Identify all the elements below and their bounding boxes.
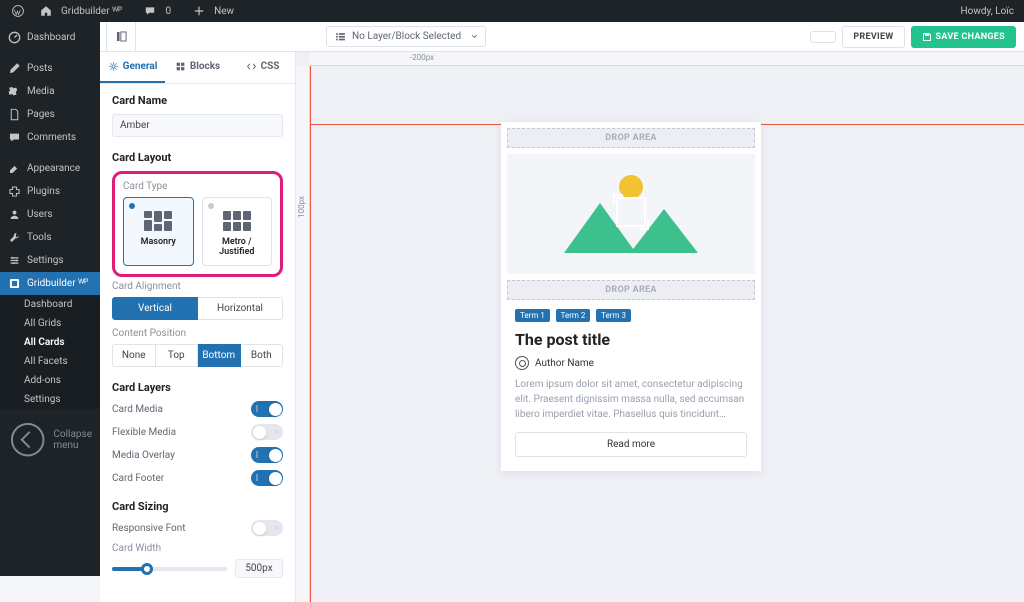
menu-posts[interactable]: Posts <box>0 57 100 80</box>
wp-admin-bar: Gridbuilder ᵂᴾ 0 New Howdy, Loïc <box>0 0 1024 22</box>
submenu-all-grids[interactable]: All Grids <box>0 314 100 333</box>
card-width-label: Card Width <box>112 543 283 554</box>
menu-gridbuilder[interactable]: Gridbuilder ᵂᴾ <box>0 272 100 295</box>
new-content[interactable]: New <box>187 5 246 17</box>
menu-media[interactable]: Media <box>0 80 100 103</box>
post-author[interactable]: Author Name <box>515 356 747 370</box>
post-terms: Term 1 Term 2 Term 3 <box>515 308 747 322</box>
post-excerpt: Lorem ipsum dolor sit amet, consectetur … <box>515 377 747 422</box>
card-media-area[interactable] <box>507 154 755 274</box>
submenu-settings[interactable]: Settings <box>0 390 100 409</box>
card-media-toggle[interactable]: | <box>251 401 283 417</box>
menu-pages[interactable]: Pages <box>0 103 100 126</box>
code-icon <box>246 61 257 72</box>
flexible-media-label: Flexible Media <box>112 427 176 438</box>
card-media-label: Card Media <box>112 404 163 415</box>
howdy-user[interactable]: Howdy, Loïc <box>961 6 1024 17</box>
section-card-sizing: Card Sizing <box>112 500 283 513</box>
alignment-horizontal[interactable]: Horizontal <box>198 297 283 320</box>
avatar-icon <box>515 356 529 370</box>
card-type-highlight: Card Type Masonry <box>112 171 283 277</box>
menu-tools[interactable]: Tools <box>0 226 100 249</box>
comments-count[interactable]: 0 <box>138 5 183 17</box>
menu-users[interactable]: Users <box>0 203 100 226</box>
flexible-media-toggle[interactable]: ○ <box>251 424 283 440</box>
tab-blocks[interactable]: Blocks <box>165 52 230 83</box>
card-alignment-label: Card Alignment <box>112 281 283 292</box>
media-overlay-toggle[interactable]: | <box>251 447 283 463</box>
term-badge[interactable]: Term 3 <box>596 309 631 322</box>
term-badge[interactable]: Term 1 <box>515 309 550 322</box>
position-bottom[interactable]: Bottom <box>198 344 241 367</box>
card-footer-label: Card Footer <box>112 473 164 484</box>
card-footer-toggle[interactable]: | <box>251 470 283 486</box>
drop-area-top[interactable]: DROP AREA <box>507 128 755 148</box>
save-icon <box>922 32 932 42</box>
ruler-vertical: 100px <box>296 66 310 602</box>
metro-icon <box>223 211 251 231</box>
tab-css[interactable]: CSS <box>230 52 295 83</box>
card-width-value[interactable]: 500px <box>235 559 283 578</box>
post-title[interactable]: The post title <box>515 330 747 349</box>
chevron-down-icon <box>470 32 479 41</box>
editor-topbar: No Layer/Block Selected PREVIEW SAVE CHA… <box>100 22 1024 52</box>
ruler-horizontal: -200px <box>310 52 1024 66</box>
position-top[interactable]: Top <box>156 344 199 367</box>
layer-select-dropdown[interactable]: No Layer/Block Selected <box>326 26 486 47</box>
responsive-font-label: Responsive Font <box>112 523 186 534</box>
card-name-input[interactable] <box>112 114 283 137</box>
menu-appearance[interactable]: Appearance <box>0 157 100 180</box>
submenu-dashboard[interactable]: Dashboard <box>0 295 100 314</box>
preview-device-button[interactable] <box>810 31 836 43</box>
submenu-gridbuilder: Dashboard All Grids All Cards All Facets… <box>0 295 100 409</box>
section-card-layers: Card Layers <box>112 381 283 394</box>
menu-plugins[interactable]: Plugins <box>0 180 100 203</box>
submenu-all-facets[interactable]: All Facets <box>0 352 100 371</box>
placeholder-image-icon <box>556 169 706 259</box>
term-badge[interactable]: Term 2 <box>556 309 591 322</box>
section-card-layout: Card Layout <box>112 151 283 164</box>
preview-button[interactable]: PREVIEW <box>842 26 904 48</box>
masonry-icon <box>144 211 172 231</box>
content-position-label: Content Position <box>112 328 283 339</box>
preview-card[interactable]: DROP AREA DROP AREA Term 1 Ter <box>501 122 761 471</box>
card-type-label: Card Type <box>123 181 272 192</box>
menu-settings[interactable]: Settings <box>0 249 100 272</box>
tab-general[interactable]: General <box>100 52 165 83</box>
blocks-icon <box>175 61 186 72</box>
settings-panel: General Blocks CSS Card Name Card Layout… <box>100 52 296 602</box>
media-overlay-label: Media Overlay <box>112 450 175 461</box>
site-name[interactable]: Gridbuilder ᵂᴾ <box>34 5 134 17</box>
submenu-all-cards[interactable]: All Cards <box>0 333 100 352</box>
responsive-font-toggle[interactable]: ○ <box>251 520 283 536</box>
gear-icon <box>108 61 119 72</box>
read-more-button[interactable]: Read more <box>515 432 747 457</box>
submenu-addons[interactable]: Add-ons <box>0 371 100 390</box>
alignment-vertical[interactable]: Vertical <box>112 297 198 320</box>
card-type-masonry[interactable]: Masonry <box>123 197 194 266</box>
wp-logo[interactable] <box>6 5 30 17</box>
collapse-menu[interactable]: Collapse menu <box>0 415 100 464</box>
wp-admin-menu: Dashboard Posts Media Pages Comments App… <box>0 22 100 576</box>
position-both[interactable]: Both <box>241 344 284 367</box>
save-changes-button[interactable]: SAVE CHANGES <box>911 26 1016 48</box>
position-none[interactable]: None <box>112 344 156 367</box>
card-width-slider[interactable] <box>112 567 227 571</box>
menu-dashboard[interactable]: Dashboard <box>0 26 100 49</box>
drop-area-bottom[interactable]: DROP AREA <box>507 280 755 300</box>
canvas[interactable]: -200px 100px DROP AREA <box>296 52 1024 602</box>
menu-comments[interactable]: Comments <box>0 126 100 149</box>
toggle-panel-button[interactable] <box>106 22 136 52</box>
section-card-name: Card Name <box>112 94 283 107</box>
card-type-metro[interactable]: Metro / Justified <box>202 197 273 266</box>
